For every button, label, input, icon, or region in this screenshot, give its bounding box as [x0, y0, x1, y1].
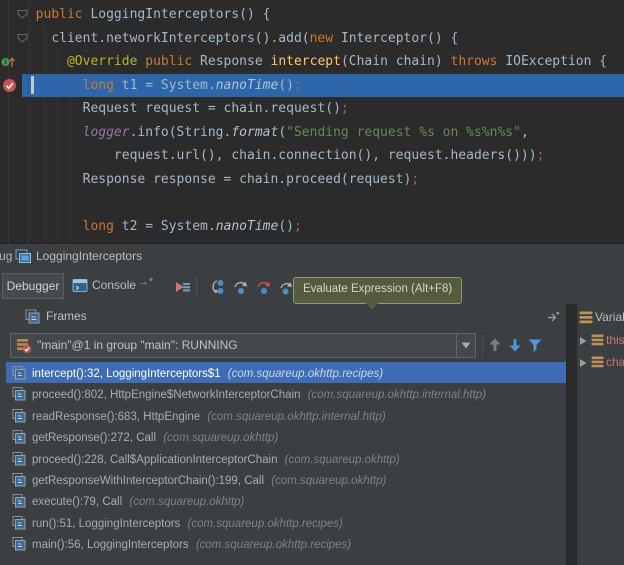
expand-arrow-icon[interactable]	[578, 358, 588, 368]
frame-location: execute():79, Call	[32, 496, 125, 508]
frame-package: (com.squareup.okhttp.internal.http)	[308, 389, 486, 401]
thread-dropdown-arrow[interactable]	[456, 334, 475, 357]
frame-row[interactable]: getResponseWithInterceptorChain():199, C…	[6, 469, 566, 490]
code-line: logger.info(String.format("Sending reque…	[0, 121, 624, 145]
ide-debug-view: public LoggingInterceptors() { client.ne…	[0, 0, 624, 565]
debug-session-icon	[15, 249, 32, 264]
thread-selector-value: "main"@1 in group "main": RUNNING	[37, 338, 238, 352]
toolbar-separator	[482, 335, 483, 357]
console-tab-label: Console	[92, 278, 136, 292]
frame-row[interactable]: intercept():32, LoggingInterceptors$1 (c…	[6, 362, 566, 383]
previous-frame-button[interactable]	[487, 337, 503, 353]
variable-row[interactable]: chain	[577, 351, 624, 373]
hide-panel-icon[interactable]	[546, 311, 560, 323]
frame-location: main():56, LoggingInterceptors	[32, 539, 192, 551]
filter-frames-icon[interactable]	[527, 337, 543, 353]
frames-header: Frames	[0, 304, 566, 330]
frame-row[interactable]: execute():79, Call (com.squareup.okhttp)	[6, 490, 566, 511]
step-over-icon[interactable]	[209, 279, 226, 295]
frame-package: (com.squareup.okhttp)	[271, 475, 386, 487]
force-step-into-icon[interactable]	[256, 279, 273, 295]
next-frame-button[interactable]	[507, 337, 523, 353]
code-lines: public LoggingInterceptors() { client.ne…	[0, 3, 624, 243]
frame-location: proceed():802, HttpEngine$NetworkInterce…	[32, 389, 304, 401]
stack-frame-icon	[12, 537, 26, 551]
overriding-method-icon[interactable]	[1, 55, 16, 69]
breakpoint-icon[interactable]	[2, 78, 17, 93]
chevron-down-icon	[460, 340, 472, 350]
code-editor[interactable]: public LoggingInterceptors() { client.ne…	[0, 0, 624, 243]
frame-location: run():51, LoggingInterceptors	[32, 518, 184, 530]
frame-package: (com.squareup.okhttp.recipes)	[196, 539, 351, 551]
frame-package: (com.squareup.okhttp.internal.http)	[207, 411, 385, 423]
thread-selector-dropdown[interactable]: "main"@1 in group "main": RUNNING	[10, 333, 476, 358]
fold-marker-icon[interactable]	[17, 10, 28, 19]
frame-package: (com.squareup.okhttp)	[285, 454, 400, 466]
toolbar-separator	[196, 276, 197, 298]
frame-package: (com.squareup.okhttp.recipes)	[188, 518, 343, 530]
frames-title: Frames	[46, 309, 87, 323]
variable-row[interactable]: this	[577, 329, 624, 351]
stack-frame-icon	[12, 516, 26, 530]
code-line: public LoggingInterceptors() {	[0, 3, 624, 27]
console-output-indicator-icon: →*	[138, 276, 153, 288]
code-line: client.networkInterceptors().add(new Int…	[0, 27, 624, 51]
stack-frame-icon	[12, 387, 26, 401]
variables-list: this chain	[577, 329, 624, 373]
panel-splitter[interactable]	[566, 304, 577, 565]
frame-location: readResponse():683, HttpEngine	[32, 411, 203, 423]
frame-location: proceed():228, Call$ApplicationIntercept…	[32, 454, 281, 466]
variable-icon	[591, 356, 604, 368]
frame-package: (com.squareup.okhttp)	[163, 432, 278, 444]
stack-frame-icon	[12, 452, 26, 466]
frame-row[interactable]: proceed():802, HttpEngine$NetworkInterce…	[6, 383, 566, 404]
frame-location: getResponseWithInterceptorChain():199, C…	[32, 475, 267, 487]
thread-suspended-icon	[16, 338, 32, 354]
variable-name: this	[606, 333, 624, 347]
variables-icon	[579, 311, 593, 324]
variable-icon	[591, 334, 604, 346]
code-line: request.url(), chain.connection(), reque…	[0, 144, 624, 168]
frames-list: intercept():32, LoggingInterceptors$1 (c…	[0, 362, 566, 555]
frame-row[interactable]: readResponse():683, HttpEngine (com.squa…	[6, 405, 566, 426]
stack-frame-icon	[12, 366, 26, 380]
stack-frame-icon	[12, 494, 26, 508]
frame-package: (com.squareup.okhttp)	[129, 496, 244, 508]
debug-tool-window: Debug LoggingInterceptors Debugger Conso…	[0, 243, 624, 565]
frames-panel: Frames "main"@1 in group "main": RUNNING	[0, 304, 566, 565]
show-execution-point-icon[interactable]	[174, 279, 191, 295]
frame-package: (com.squareup.okhttp.recipes)	[228, 368, 383, 380]
tool-window-header: Debug LoggingInterceptors	[0, 244, 624, 270]
variables-title: Variables	[595, 310, 624, 324]
code-line: long t1 = System.nanoTime();	[0, 74, 624, 98]
stack-frame-icon	[12, 473, 26, 487]
tooltip: Evaluate Expression (Alt+F8)	[293, 277, 462, 304]
frame-row[interactable]: getResponse():272, Call (com.squareup.ok…	[6, 426, 566, 447]
code-line	[0, 191, 624, 215]
stack-frame-icon	[12, 430, 26, 444]
tooltip-pointer	[364, 301, 380, 310]
frame-location: intercept():32, LoggingInterceptors$1	[32, 368, 224, 380]
stack-frame-icon	[12, 409, 26, 423]
debug-session-tab[interactable]: LoggingInterceptors	[36, 249, 142, 263]
variables-panel: Variables this chain	[577, 304, 624, 565]
frame-row[interactable]: run():51, LoggingInterceptors (com.squar…	[6, 512, 566, 533]
console-icon	[72, 278, 88, 293]
code-line: Request request = chain.request();	[0, 97, 624, 121]
frame-location: getResponse():272, Call	[32, 432, 159, 444]
fold-marker-icon[interactable]	[17, 34, 28, 43]
frame-row[interactable]: main():56, LoggingInterceptors (com.squa…	[6, 533, 566, 554]
variable-name: chain	[606, 355, 624, 369]
frames-icon	[25, 309, 40, 324]
tab-console[interactable]: Console →*	[70, 273, 162, 299]
code-line: @Override public Response intercept(Chai…	[0, 50, 624, 74]
step-into-icon[interactable]	[233, 279, 250, 295]
debugger-toolbar: Debugger Console →*	[0, 270, 624, 304]
frame-row[interactable]: proceed():228, Call$ApplicationIntercept…	[6, 448, 566, 469]
expand-arrow-icon[interactable]	[578, 336, 588, 346]
code-line: Response response = chain.proceed(reques…	[0, 168, 624, 192]
tool-window-title: Debug	[0, 249, 12, 263]
tab-debugger[interactable]: Debugger	[2, 273, 64, 299]
code-line: long t2 = System.nanoTime();	[0, 215, 624, 239]
